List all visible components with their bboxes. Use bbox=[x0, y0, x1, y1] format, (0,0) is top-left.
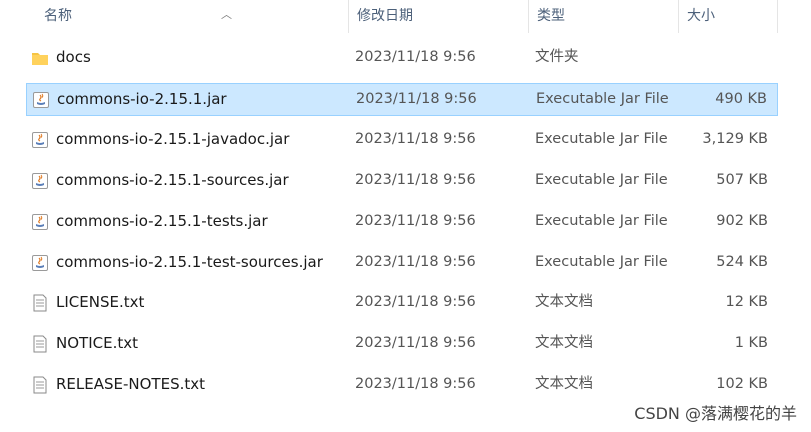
file-row[interactable]: commons-io-2.15.1.jar 2023/11/18 9:56 Exec… bbox=[26, 83, 778, 116]
file-size: 3,129 KB bbox=[702, 131, 768, 147]
file-modified-date: 2023/11/18 9:56 bbox=[355, 254, 476, 270]
file-modified-date: 2023/11/18 9:56 bbox=[355, 376, 476, 392]
file-row[interactable]: commons-io-2.15.1-test-sources.jar 2023/1… bbox=[26, 247, 778, 280]
file-type: Executable Jar File bbox=[536, 91, 669, 107]
file-name: RELEASE-NOTES.txt bbox=[56, 375, 206, 393]
file-name: docs bbox=[56, 48, 91, 66]
file-type: Executable Jar File bbox=[535, 172, 668, 188]
file-row[interactable]: NOTICE.txt 2023/11/18 9:56 文本文档 1 KB bbox=[26, 328, 778, 361]
column-header-size-label: 大小 bbox=[687, 8, 715, 24]
file-type: Executable Jar File bbox=[535, 213, 668, 229]
file-modified-date: 2023/11/18 9:56 bbox=[355, 172, 476, 188]
folder-icon bbox=[31, 49, 49, 67]
file-name: commons-io-2.15.1.jar bbox=[57, 90, 227, 108]
jar-icon bbox=[32, 91, 50, 109]
file-row[interactable]: commons-io-2.15.1-tests.jar 2023/11/18 9:… bbox=[26, 206, 778, 239]
file-row[interactable]: docs 2023/11/18 9:56 文件夹 bbox=[26, 42, 778, 75]
file-name: NOTICE.txt bbox=[56, 334, 138, 352]
file-type: 文本文档 bbox=[535, 376, 593, 392]
file-size: 507 KB bbox=[716, 172, 768, 188]
file-size: 524 KB bbox=[716, 254, 768, 270]
file-name: commons-io-2.15.1-tests.jar bbox=[56, 212, 268, 230]
file-type: Executable Jar File bbox=[535, 131, 668, 147]
column-header-size[interactable]: 大小 bbox=[678, 0, 778, 33]
file-name: commons-io-2.15.1-test-sources.jar bbox=[56, 253, 323, 271]
text-file-icon bbox=[31, 335, 49, 353]
file-row[interactable]: RELEASE-NOTES.txt 2023/11/18 9:56 文本文档 102 … bbox=[26, 369, 778, 402]
file-size: 490 KB bbox=[715, 91, 767, 107]
file-row[interactable]: commons-io-2.15.1-sources.jar 2023/11/18 … bbox=[26, 165, 778, 198]
file-name: commons-io-2.15.1-sources.jar bbox=[56, 171, 289, 189]
column-header-type-label: 类型 bbox=[537, 8, 565, 24]
file-modified-date: 2023/11/18 9:56 bbox=[355, 213, 476, 229]
file-row[interactable]: commons-io-2.15.1-javadoc.jar 2023/11/18 … bbox=[26, 124, 778, 157]
file-modified-date: 2023/11/18 9:56 bbox=[355, 49, 476, 65]
file-size: 12 KB bbox=[725, 294, 768, 310]
file-modified-date: 2023/11/18 9:56 bbox=[355, 294, 476, 310]
file-modified-date: 2023/11/18 9:56 bbox=[356, 91, 477, 107]
jar-icon bbox=[31, 172, 49, 190]
sort-ascending-icon: ︿ bbox=[221, 8, 232, 21]
column-header-bar: 名称 ︿ 修改日期 类型 大小 bbox=[0, 0, 811, 33]
column-header-name-label: 名称 bbox=[44, 8, 72, 24]
text-file-icon bbox=[31, 294, 49, 312]
column-header-type[interactable]: 类型 bbox=[528, 0, 678, 33]
file-name: LICENSE.txt bbox=[56, 293, 145, 311]
file-size: 902 KB bbox=[716, 213, 768, 229]
file-type: Executable Jar File bbox=[535, 254, 668, 270]
column-header-date[interactable]: 修改日期 bbox=[348, 0, 528, 33]
file-type: 文本文档 bbox=[535, 294, 593, 310]
file-size: 102 KB bbox=[716, 376, 768, 392]
file-type: 文件夹 bbox=[535, 49, 579, 65]
column-header-name[interactable]: 名称 ︿ bbox=[36, 0, 348, 33]
column-header-date-label: 修改日期 bbox=[357, 8, 413, 24]
jar-icon bbox=[31, 131, 49, 149]
file-name: commons-io-2.15.1-javadoc.jar bbox=[56, 130, 290, 148]
file-type: 文本文档 bbox=[535, 335, 593, 351]
jar-icon bbox=[31, 213, 49, 231]
text-file-icon bbox=[31, 376, 49, 394]
watermark: CSDN @落满樱花的羊 bbox=[634, 404, 797, 423]
file-modified-date: 2023/11/18 9:56 bbox=[355, 131, 476, 147]
file-size: 1 KB bbox=[734, 335, 768, 351]
file-modified-date: 2023/11/18 9:56 bbox=[355, 335, 476, 351]
file-row[interactable]: LICENSE.txt 2023/11/18 9:56 文本文档 12 KB bbox=[26, 287, 778, 320]
jar-icon bbox=[31, 254, 49, 272]
